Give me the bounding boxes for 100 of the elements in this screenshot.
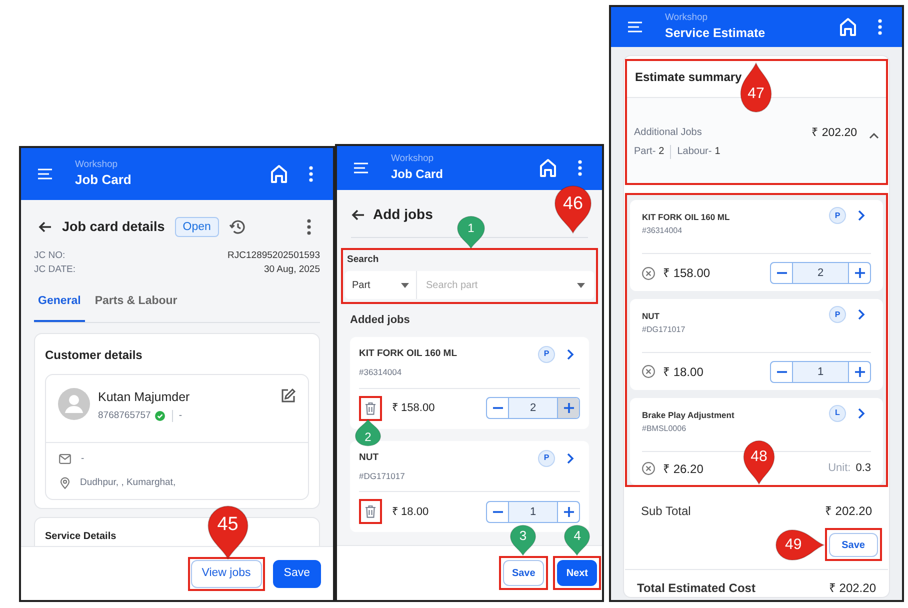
trash-icon[interactable] — [365, 402, 376, 414]
job-code: #36314004 — [642, 225, 684, 237]
job-name: NUT — [359, 450, 379, 465]
callout-marker: 2 — [354, 418, 382, 446]
decrement-button[interactable] — [487, 502, 509, 522]
plus-icon — [854, 366, 864, 377]
type-badge: P — [538, 450, 555, 466]
callout-marker: 46 — [553, 184, 593, 234]
more-icon[interactable] — [878, 19, 882, 36]
job-price: ₹ 18.00 — [663, 364, 704, 381]
section-heading: Added jobs — [350, 313, 411, 328]
tab[interactable]: Parts & Labour — [90, 293, 182, 322]
chevron-right-icon[interactable] — [858, 210, 865, 222]
chevron-right-icon[interactable] — [858, 309, 865, 320]
callout-marker: 3 — [508, 524, 537, 556]
back-arrow-icon[interactable] — [38, 221, 52, 234]
status-badge: Open — [174, 217, 219, 238]
app-section: Workshop — [391, 153, 444, 165]
field-label: JC NO: — [34, 249, 66, 264]
callout-marker: 49 — [772, 528, 825, 560]
screen-title: Service Estimate — [665, 25, 766, 42]
chevron-right-icon[interactable] — [567, 348, 574, 360]
type-badge: L — [829, 404, 846, 422]
summary-label: Additional Jobs — [634, 126, 703, 140]
more-icon[interactable] — [309, 166, 313, 182]
tab[interactable]: General — [34, 293, 85, 322]
job-price: ₹ 26.20 — [663, 460, 704, 478]
primary-button[interactable]: Save — [272, 560, 321, 588]
more-icon[interactable] — [307, 219, 311, 236]
save-button[interactable]: Save — [828, 533, 878, 557]
app-section: Workshop — [665, 12, 766, 24]
home-icon[interactable] — [538, 158, 558, 178]
callout-marker: 4 — [563, 524, 592, 556]
page-title: Job card details — [62, 218, 165, 236]
menu-icon[interactable] — [627, 21, 643, 34]
screen-title: Job Card — [75, 171, 132, 189]
type-badge: P — [829, 306, 846, 323]
unit-value: 0.3 — [856, 461, 871, 476]
job-price: ₹ 158.00 — [663, 265, 710, 282]
plus-icon — [564, 403, 574, 413]
location-icon — [60, 476, 70, 489]
back-arrow-icon[interactable] — [351, 208, 365, 220]
job-code: #DG171017 — [642, 324, 686, 336]
quantity-value: 2 — [816, 266, 825, 281]
quantity-stepper[interactable]: 2 — [486, 397, 580, 419]
remove-icon[interactable] — [642, 365, 655, 378]
chevron-right-icon[interactable] — [567, 452, 574, 464]
quantity-stepper[interactable]: 1 — [770, 360, 871, 383]
increment-button[interactable] — [557, 502, 579, 522]
home-icon[interactable] — [838, 17, 858, 38]
decrement-button[interactable] — [771, 263, 793, 283]
phone-number: 8768765757 — [98, 409, 151, 424]
secondary-button[interactable]: Save — [502, 560, 544, 586]
search-input[interactable]: Search part — [426, 278, 556, 293]
job-price: ₹ 158.00 — [392, 400, 435, 416]
home-icon[interactable] — [269, 164, 289, 184]
address-value: Dudhpur, , Kumarghat, — [80, 476, 176, 490]
decrement-button[interactable] — [487, 398, 509, 418]
trash-icon[interactable] — [365, 505, 376, 518]
field-value: RJC12895202501593 — [228, 249, 320, 264]
quantity-stepper[interactable]: 1 — [486, 500, 580, 523]
labour-count: 1 — [714, 145, 720, 160]
quantity-stepper[interactable]: 2 — [770, 262, 871, 284]
callout-marker: 1 — [456, 215, 486, 249]
remove-icon[interactable] — [642, 462, 655, 475]
callout-marker: 45 — [206, 504, 250, 560]
edit-icon[interactable] — [280, 388, 296, 404]
dropdown-caret-icon — [401, 282, 409, 288]
increment-button[interactable] — [557, 398, 579, 418]
field-label: Search — [346, 253, 380, 267]
menu-icon[interactable] — [37, 168, 53, 180]
primary-button[interactable]: Next — [557, 560, 597, 586]
customer-name: Kutan Majumder — [98, 388, 190, 406]
more-icon[interactable] — [578, 160, 582, 176]
page-title: Add jobs — [373, 205, 433, 224]
increment-button[interactable] — [848, 362, 870, 382]
minus-icon — [492, 407, 502, 409]
total-label: Total Estimated Cost — [637, 580, 756, 597]
part-label: Part- — [634, 145, 656, 160]
remove-icon[interactable] — [642, 266, 655, 280]
job-name: KIT FORK OIL 160 ML — [359, 347, 458, 362]
job-code: #BMSL0006 — [642, 422, 688, 434]
part-count: 2 — [658, 145, 664, 160]
chevron-right-icon[interactable] — [858, 408, 865, 419]
decrement-button[interactable] — [771, 362, 793, 382]
summary-amount: ₹ 202.20 — [812, 126, 857, 142]
mail-icon — [59, 454, 71, 464]
secondary-button[interactable]: View jobs — [190, 560, 262, 588]
history-icon[interactable] — [228, 218, 247, 236]
job-price: ₹ 18.00 — [392, 504, 429, 520]
collapse-caret-icon[interactable] — [869, 133, 879, 140]
increment-button[interactable] — [848, 263, 870, 283]
type-badge: P — [538, 346, 555, 363]
quantity-value: 1 — [528, 504, 538, 520]
subtotal-label: Sub Total — [641, 502, 691, 520]
minus-icon — [776, 370, 786, 373]
unit-label: Unit: — [828, 461, 851, 476]
job-name: NUT — [642, 310, 660, 323]
minus-icon — [492, 510, 502, 513]
menu-icon[interactable] — [353, 162, 369, 174]
